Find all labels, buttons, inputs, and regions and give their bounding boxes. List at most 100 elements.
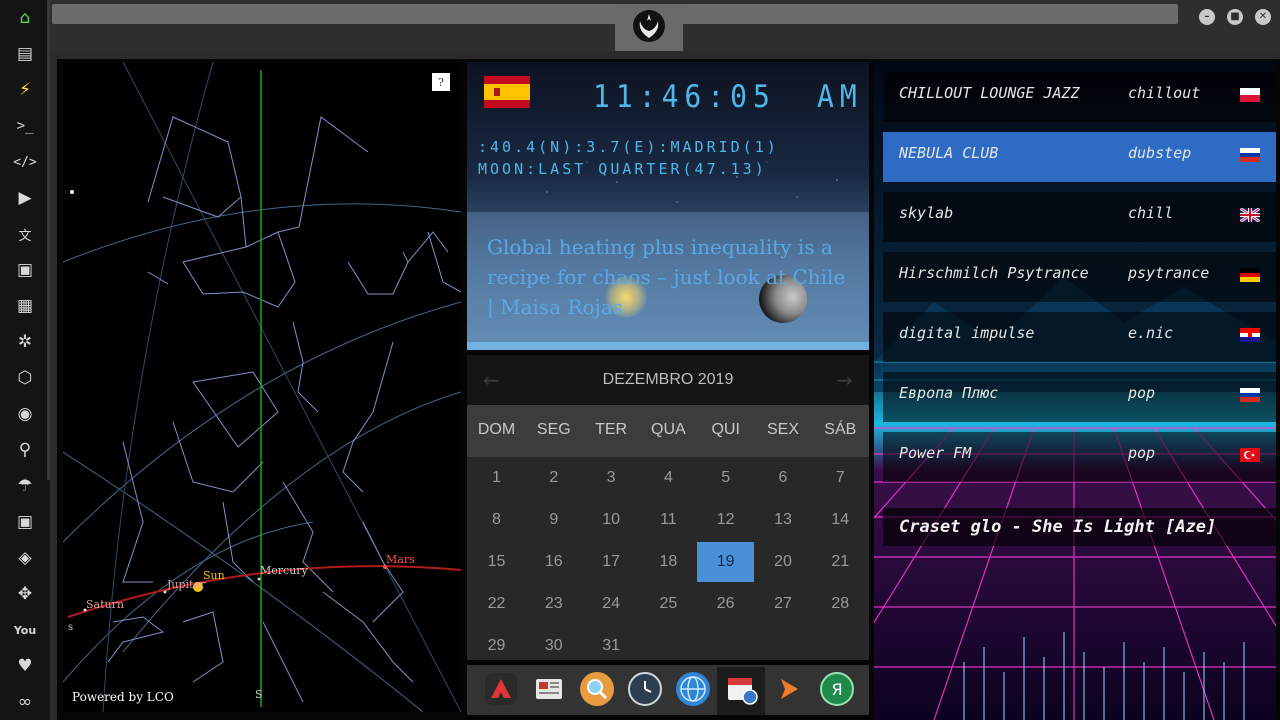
calendar-next-button[interactable]: → [836,368,853,392]
skymap-help-button[interactable]: ? [432,73,450,91]
tag-icon[interactable]: ◈ [11,544,39,572]
croatia-flag-icon [1240,328,1260,342]
calendar-day[interactable]: 7 [812,458,869,498]
calendar-day[interactable]: 17 [583,542,640,582]
clock-app-icon[interactable] [628,672,662,706]
heart-icon[interactable]: ♥ [11,652,39,680]
calendar-day[interactable]: 30 [525,626,582,666]
calendar-day[interactable]: 3 [583,458,640,498]
station-genre: chill [1128,204,1174,222]
calendar-day[interactable]: 10 [583,500,640,540]
calendar-day[interactable]: 13 [755,500,812,540]
newspaper-icon[interactable]: ▦ [11,292,39,320]
clock-time: 11:46:05 [593,78,776,115]
calendar-day[interactable]: 16 [525,542,582,582]
calendar-day[interactable]: 6 [755,458,812,498]
calendar-day[interactable]: 11 [640,500,697,540]
calendar-day[interactable]: 12 [697,500,754,540]
calendar-day[interactable]: 15 [468,542,525,582]
calendar-day-selected[interactable]: 19 [697,542,755,582]
station-name: Европа Плюс [899,384,999,402]
umbrella-icon[interactable]: ☂ [11,472,39,500]
calendar-month-title: DEZEMBRO 2019 [602,371,734,388]
calendar-day[interactable]: 27 [755,584,812,624]
station-genre: psytrance [1128,264,1210,282]
bolt-icon[interactable]: ⚡ [11,76,39,104]
station-name: skylab [899,204,954,222]
calendar-day[interactable]: 1 [468,458,525,498]
station-genre: chillout [1128,84,1201,102]
calendar-day[interactable]: 9 [525,500,582,540]
poland-flag-icon [1240,88,1260,102]
calendar-day[interactable]: 21 [812,542,869,582]
launcher-sidebar: ⌂ ▤ ⚡ >_ </> ▶ 文 ▣ ▦ ✲ ⬡ ◉ ⚲ ☂ ▣ ◈ ✥ You… [0,0,50,720]
image-icon[interactable]: ▣ [11,256,39,284]
south-left-label: s [68,622,74,633]
rebel-logo-icon [633,10,665,42]
station-genre: pop [1128,444,1156,462]
station-name: CHILLOUT LOUNGE JAZZ [899,84,1080,102]
sky-map-canvas [63,62,461,712]
home-icon[interactable]: ⌂ [11,4,39,32]
search-app-icon[interactable] [580,672,614,706]
calendar-app-icon[interactable] [724,672,758,706]
sun-label: Sun [203,569,225,582]
calendar-day[interactable]: 25 [640,584,697,624]
south-bottom-label: S [255,688,263,701]
news-headline[interactable]: Global heating plus inequality is a reci… [487,232,849,322]
translate-icon[interactable]: 文 [11,220,39,248]
code-icon[interactable]: </> [11,148,39,176]
launcher-scrollbar[interactable] [47,0,50,480]
uk-flag-icon [1240,208,1260,222]
yandex-app-icon[interactable]: Я [820,672,854,706]
play-icon[interactable]: ▶ [11,184,39,212]
hexagon-icon[interactable]: ⬡ [11,364,39,392]
calendar-day[interactable]: 4 [640,458,697,498]
expand-icon[interactable]: ✥ [11,580,39,608]
calendar-day[interactable]: 5 [697,458,754,498]
sky-map[interactable] [63,62,461,712]
document-icon[interactable]: ▤ [11,40,39,68]
app-dock [467,665,869,715]
calendar-day[interactable]: 24 [583,584,640,624]
asterisk-icon[interactable]: ✲ [11,328,39,356]
moon-phase-readout: MOON:LAST QUARTER(47.13) [478,160,767,178]
mercury-label: Mercury [260,564,308,577]
infinity-icon[interactable]: ∞ [11,688,39,716]
calendar-day[interactable]: 20 [755,542,812,582]
weekday-header: QUA [651,421,686,438]
calendar-day[interactable]: 8 [468,500,525,540]
weekday-header: QUI [711,421,740,438]
newspaper-app-icon[interactable] [532,672,566,706]
powered-by-text[interactable]: Powered by LCO [72,690,174,704]
spain-flag-icon [484,76,530,108]
weekday-header: SEX [766,421,799,438]
calendar-day[interactable]: 14 [812,500,869,540]
clock-ampm: AM [817,78,863,115]
calendar-day[interactable]: 2 [525,458,582,498]
calendar-day[interactable]: 28 [812,584,869,624]
maximize-button[interactable]: ■ [1227,9,1243,25]
terminal-icon[interactable]: >_ [11,112,39,140]
germany-flag-icon [1240,268,1260,282]
calendar-day[interactable]: 29 [468,626,525,666]
station-name: Power FM [899,444,972,462]
calendar-day[interactable]: 18 [640,542,697,582]
search-icon[interactable]: ⚲ [11,436,39,464]
arrow-up-app-icon[interactable] [484,672,518,706]
mars-label: Mars [386,553,415,566]
globe-icon[interactable]: ◉ [11,400,39,428]
saturn-label: Saturn [86,598,124,611]
close-button[interactable]: ✕ [1255,9,1271,25]
calendar-day[interactable]: 23 [525,584,582,624]
contacts-icon[interactable]: ▣ [11,508,39,536]
calendar-day[interactable]: 22 [468,584,525,624]
station-name: NEBULA CLUB [899,144,999,162]
youtube-icon[interactable]: You [11,616,39,644]
calendar-day[interactable]: 26 [697,584,754,624]
minimize-button[interactable]: – [1199,9,1215,25]
play-app-icon[interactable] [772,672,806,706]
station-genre: dubstep [1128,144,1192,162]
calendar-day[interactable]: 31 [583,626,640,666]
globe-app-icon[interactable] [676,672,710,706]
